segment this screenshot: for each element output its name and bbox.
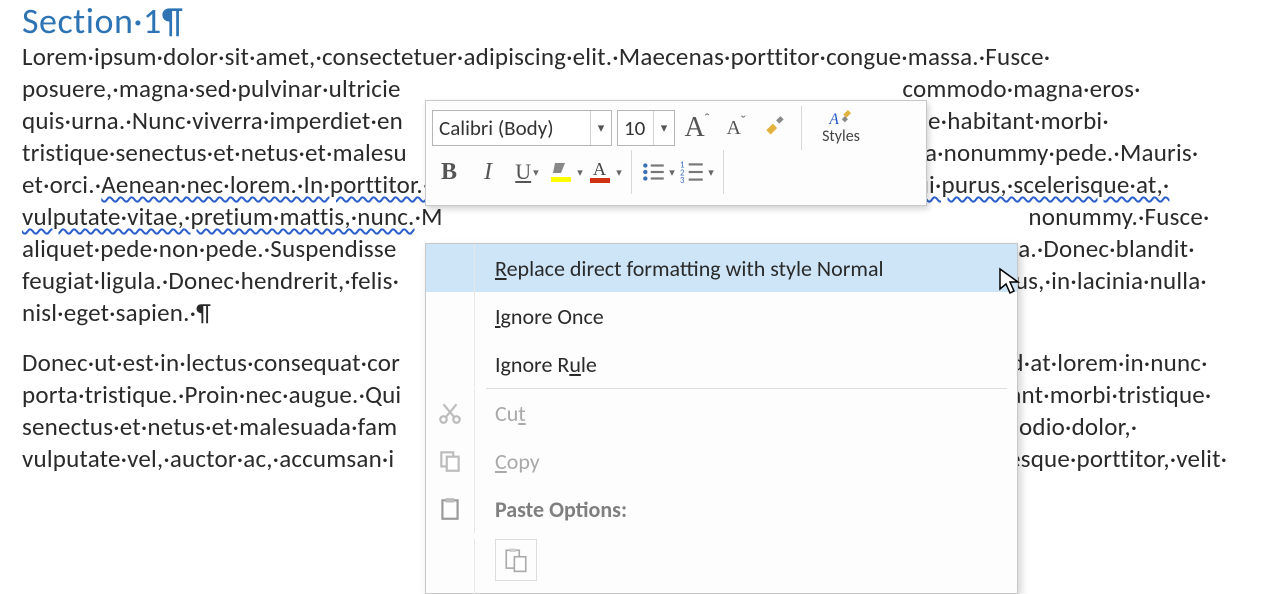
scissors-icon (437, 400, 463, 426)
text: us,·in·lacinia·nulla· (1015, 265, 1207, 296)
text: senectus·et·netus·et·malesuada·fam (22, 411, 397, 442)
shrink-font-button[interactable]: Aˇ (719, 110, 753, 146)
bullets-button[interactable]: ▾ (641, 154, 675, 190)
chevron-down-icon[interactable]: ▾ (653, 111, 674, 145)
clipboard-icon (503, 547, 529, 573)
chevron-down-icon[interactable]: ▾ (590, 111, 611, 145)
menu-item-label: Ignore Rule (475, 351, 1017, 378)
svg-text:A: A (593, 159, 606, 179)
heading-section-1: Section·1¶ (22, 5, 1263, 37)
highlight-button[interactable]: ▾ (549, 154, 583, 190)
text: commodo·magna·eros· (902, 73, 1140, 104)
styles-button[interactable]: A Styles (811, 110, 871, 146)
context-menu: Replace direct formatting with style Nor… (425, 243, 1018, 594)
text: aliquet·pede·non·pede.·Suspendisse (22, 233, 396, 264)
underline-button[interactable]: U▾ (510, 154, 544, 190)
text: quis·urna.·Nunc·viverra·imperdiet·en (22, 105, 403, 136)
text: tristique·senectus·et·netus·et·malesu (22, 137, 407, 168)
text: Donec·ut·est·in·lectus·consequat·cor (22, 347, 400, 378)
text: a.·Donec·blandit· (1018, 233, 1195, 264)
format-painter-button[interactable] (758, 110, 792, 146)
text: nisl·eget·sapien.·¶ (22, 297, 211, 328)
copy-icon (437, 448, 463, 474)
styles-label: Styles (822, 127, 860, 146)
paste-options-row (426, 533, 1017, 593)
font-color-button[interactable]: A ▾ (588, 154, 622, 190)
font-family-value: Calibri (Body) (433, 115, 590, 141)
font-size-value: 10 (618, 115, 653, 141)
mini-toolbar: Calibri (Body) ▾ 10 ▾ Aˆ Aˇ A Styles B I (425, 100, 927, 206)
text: ra·nonummy·pede.·Mauris· (917, 137, 1199, 168)
menu-item-label: Ignore Once (475, 303, 1017, 330)
paste-icon (437, 496, 463, 522)
text: posuere,·magna·sed·pulvinar·ultricie (22, 73, 401, 104)
menu-item-label: Cut (475, 400, 1017, 427)
text: feugiat·ligula.·Donec·hendrerit,·felis· (22, 265, 399, 296)
bullets-icon (641, 159, 667, 185)
text: odio·dolor,· (1019, 411, 1137, 442)
text: tant·morbi·tristique· (1001, 379, 1211, 410)
formatting-inconsistency[interactable]: vulputate·vitae,·pretium·mattis,·nunc. (22, 201, 415, 232)
text: ed·at·lorem·in·nunc· (998, 347, 1208, 378)
menu-item-ignore-once[interactable]: Ignore Once (426, 292, 1017, 340)
text: ue·habitant·morbi· (915, 105, 1109, 136)
svg-text:A: A (828, 111, 839, 127)
menu-item-label: Paste Options: (475, 496, 1017, 523)
bold-button[interactable]: B (432, 154, 466, 190)
svg-text:3: 3 (680, 176, 685, 185)
menu-item-replace-formatting[interactable]: Replace direct formatting with style Nor… (426, 244, 1017, 292)
text: vulputate·vel,·auctor·ac,·accumsan·i (22, 443, 394, 474)
menu-item-paste-options-header: Paste Options: (426, 485, 1017, 533)
highlight-icon (549, 159, 575, 185)
menu-item-copy: Copy (426, 437, 1017, 485)
paintbrush-icon (762, 115, 788, 141)
numbering-icon: 1 2 3 (680, 159, 706, 185)
text: porta·tristique.·Proin·nec·augue.·Qui (22, 379, 401, 410)
menu-item-label: Replace direct formatting with style Nor… (475, 255, 1017, 282)
menu-item-label: Copy (475, 448, 1017, 475)
font-family-combo[interactable]: Calibri (Body) ▾ (432, 110, 612, 146)
menu-item-cut: Cut (426, 389, 1017, 437)
paste-option-keep-source[interactable] (495, 539, 537, 581)
text: nonummy.·Fusce· (1028, 201, 1209, 232)
font-color-icon: A (588, 159, 614, 185)
text: Lorem·ipsum·dolor·sit·amet,·consectetuer… (22, 41, 1050, 72)
font-size-combo[interactable]: 10 ▾ (617, 110, 675, 146)
menu-item-ignore-rule[interactable]: Ignore Rule (426, 340, 1017, 388)
numbering-button[interactable]: 1 2 3 ▾ (680, 154, 714, 190)
grow-font-button[interactable]: Aˆ (680, 110, 714, 146)
italic-button[interactable]: I (471, 154, 505, 190)
styles-icon: A (824, 110, 858, 127)
text: esque·porttitor,·velit· (1008, 443, 1227, 474)
text: et·orci.· (22, 169, 101, 200)
